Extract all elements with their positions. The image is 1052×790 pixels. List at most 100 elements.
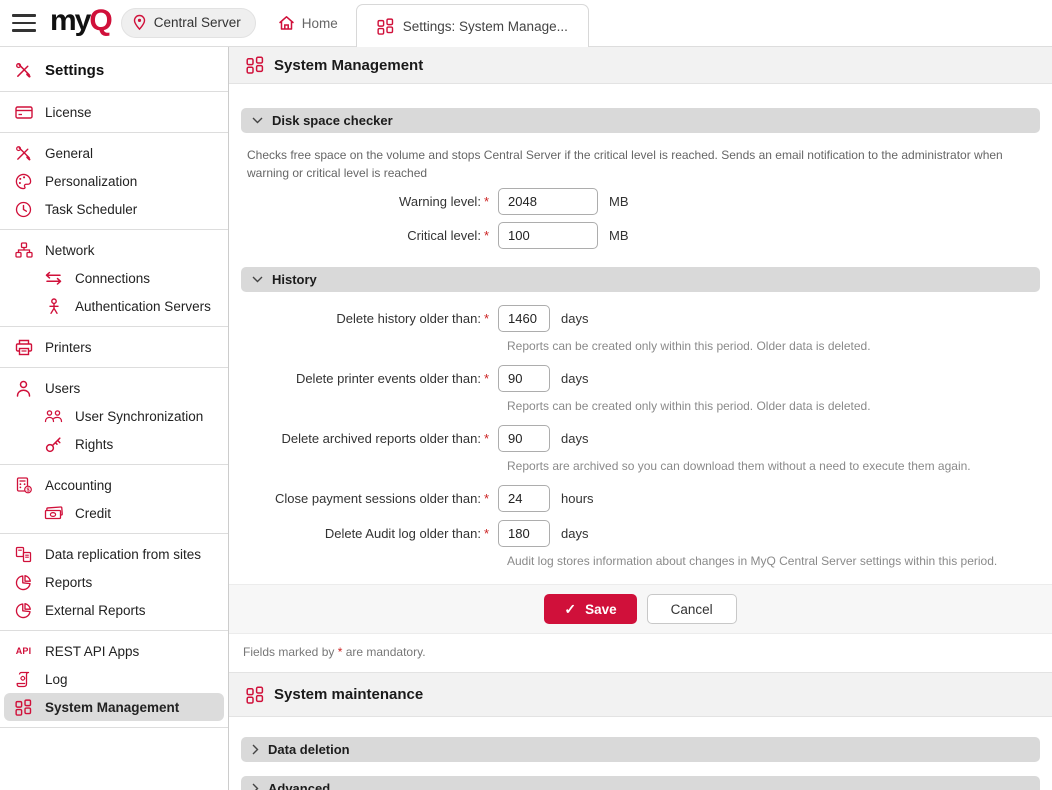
sidebar-item-external-reports[interactable]: External Reports (0, 596, 228, 624)
mandatory-fields-note: Fields marked by * are mandatory. (229, 634, 1052, 672)
home-icon (278, 15, 295, 31)
printer-icon (14, 339, 33, 356)
delete-audit-log-unit: days (561, 526, 588, 541)
sidebar-item-system-management[interactable]: System Management (4, 693, 224, 721)
grid-icon (14, 699, 33, 716)
sidebar-item-rights[interactable]: Rights (0, 430, 228, 458)
form-row-warning-level: Warning level:* MB (241, 188, 1040, 215)
required-asterisk: * (484, 371, 489, 386)
sidebar-item-accounting[interactable]: $ Accounting (0, 471, 228, 499)
form-row-delete-archived-reports: Delete archived reports older than: * day… (241, 425, 1040, 452)
form-row-delete-history: Delete history older than:* days (241, 305, 1040, 332)
top-bar: myQ Central Server Home Settings: System… (0, 0, 1052, 47)
delete-history-help: Reports can be created only within this … (507, 339, 1040, 353)
sidebar-item-user-synchronization[interactable]: User Synchronization (0, 402, 228, 430)
form-row-delete-printer-events: Delete printer events older than:* days (241, 365, 1040, 392)
warning-level-input[interactable] (498, 188, 598, 215)
sidebar-item-users[interactable]: Users (0, 374, 228, 402)
banknotes-icon (44, 506, 63, 520)
pie-chart-icon (14, 602, 33, 619)
swap-arrows-icon (44, 271, 63, 285)
delete-history-unit: days (561, 311, 588, 326)
settings-sidebar: Settings License General Persona (0, 47, 229, 790)
sidebar-group-users: Users User Synchronization Rights (0, 368, 228, 465)
maintenance-title: System maintenance (274, 686, 423, 703)
required-asterisk: * (484, 526, 489, 541)
sidebar-item-reports[interactable]: Reports (0, 568, 228, 596)
delete-audit-log-label: Delete Audit log older than: (325, 526, 481, 541)
delete-archived-reports-help: Reports are archived so you can download… (507, 459, 1040, 473)
section-data-deletion[interactable]: Data deletion (241, 737, 1040, 762)
sidebar-group-license: License (0, 92, 228, 133)
delete-history-label: Delete history older than: (336, 311, 481, 326)
delete-archived-reports-unit: days (561, 431, 588, 446)
tab-home-label: Home (302, 16, 338, 31)
delete-printer-events-unit: days (561, 371, 588, 386)
sidebar-group-general: General Personalization Task Scheduler (0, 133, 228, 230)
sidebar-item-task-scheduler[interactable]: Task Scheduler (0, 195, 228, 223)
close-payment-sessions-input[interactable] (498, 485, 550, 512)
form-row-delete-audit-log: Delete Audit log older than:* days (241, 520, 1040, 547)
tools-icon (14, 62, 33, 79)
section-advanced[interactable]: Advanced (241, 776, 1040, 790)
sidebar-item-log[interactable]: Log (0, 665, 228, 693)
logo-my: my (50, 4, 89, 37)
save-button[interactable]: ✓ Save (544, 594, 636, 624)
sidebar-item-authentication-servers[interactable]: Authentication Servers (0, 292, 228, 320)
chevron-right-icon (252, 783, 259, 790)
required-asterisk: * (484, 194, 489, 209)
delete-audit-log-input[interactable] (498, 520, 550, 547)
sidebar-item-rest-api-apps[interactable]: API REST API Apps (0, 637, 228, 665)
delete-audit-log-help: Audit log stores information about chang… (507, 554, 1040, 568)
sidebar-group-reports: Data replication from sites Reports Exte… (0, 534, 228, 631)
form-row-critical-level: Critical level:* MB (241, 222, 1040, 249)
section-disk-space-checker[interactable]: Disk space checker (241, 108, 1040, 133)
sidebar-item-connections[interactable]: Connections (0, 264, 228, 292)
cancel-button[interactable]: Cancel (647, 594, 737, 624)
delete-printer-events-label: Delete printer events older than: (296, 371, 481, 386)
sidebar-item-data-replication[interactable]: Data replication from sites (0, 540, 228, 568)
critical-level-input[interactable] (498, 222, 598, 249)
license-card-icon (14, 105, 33, 120)
palette-icon (14, 173, 33, 190)
person-icon (44, 298, 63, 315)
warning-level-unit: MB (609, 194, 629, 209)
tab-home[interactable]: Home (278, 15, 338, 31)
clock-icon (14, 201, 33, 218)
network-nodes-icon (14, 242, 33, 258)
tab-settings-label: Settings: System Manage... (403, 19, 568, 34)
sidebar-item-printers[interactable]: Printers (0, 333, 228, 361)
required-asterisk: * (484, 228, 489, 243)
server-selector-button[interactable]: Central Server (121, 8, 256, 38)
form-actions: ✓ Save Cancel (229, 584, 1052, 634)
delete-archived-reports-input[interactable] (498, 425, 550, 452)
delete-archived-reports-label: Delete archived reports older than: (281, 431, 480, 446)
page-title: System Management (274, 57, 423, 74)
delete-history-input[interactable] (498, 305, 550, 332)
close-payment-sessions-label: Close payment sessions older than: (275, 491, 481, 506)
sidebar-item-license[interactable]: License (0, 98, 228, 126)
disk-section-description: Checks free space on the volume and stop… (247, 146, 1034, 182)
users-group-icon (44, 409, 63, 423)
chevron-down-icon (252, 276, 263, 283)
maintenance-content: Data deletion Advanced (229, 717, 1052, 790)
required-asterisk: * (484, 491, 489, 506)
sidebar-item-credit[interactable]: Credit (0, 499, 228, 527)
sidebar-item-personalization[interactable]: Personalization (0, 167, 228, 195)
sidebar-item-general[interactable]: General (0, 139, 228, 167)
required-asterisk: * (484, 431, 489, 446)
calculator-icon: $ (14, 477, 33, 494)
menu-hamburger-icon[interactable] (12, 14, 36, 32)
section-history[interactable]: History (241, 267, 1040, 292)
scroll-icon (14, 671, 33, 688)
warning-level-label: Warning level: (399, 194, 481, 209)
sidebar-group-network: Network Connections Authentication Serve… (0, 230, 228, 327)
disk-form: Warning level:* MB Critical level:* MB (241, 188, 1040, 249)
tab-settings-system-management[interactable]: Settings: System Manage... (356, 4, 589, 47)
sidebar-item-network[interactable]: Network (0, 236, 228, 264)
api-icon: API (14, 646, 33, 656)
grid-icon (246, 686, 264, 704)
maintenance-title-bar: System maintenance (229, 672, 1052, 717)
critical-level-label: Critical level: (407, 228, 481, 243)
delete-printer-events-input[interactable] (498, 365, 550, 392)
